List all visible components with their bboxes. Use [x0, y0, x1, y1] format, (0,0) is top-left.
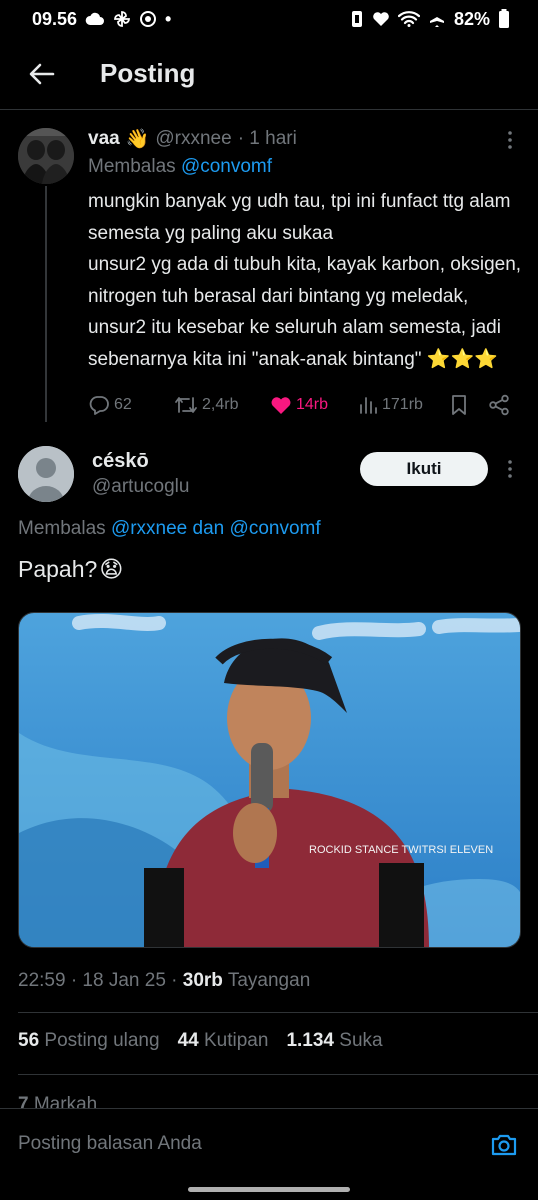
mention-link[interactable]: @convomf: [181, 156, 272, 177]
replying-and: dan: [192, 518, 225, 539]
camera-circle-icon: [139, 10, 157, 28]
battery-percent: 82%: [453, 8, 490, 29]
wifi-icon: [397, 11, 420, 27]
tweet-time: · 1 hari: [237, 128, 297, 149]
share-button[interactable]: [488, 392, 510, 418]
quotes-stat[interactable]: 44 Kutipan: [178, 1030, 269, 1052]
tweet-text: Papah? 😧: [18, 556, 123, 583]
share-icon: [489, 394, 509, 416]
heart-status-icon: [372, 11, 390, 27]
views-bar-chart-icon: [360, 397, 377, 414]
pinwheel-icon: [113, 10, 131, 28]
follow-button[interactable]: Ikuti: [360, 452, 488, 486]
more-vertical-icon: [508, 460, 512, 478]
airplane-icon: [428, 10, 446, 28]
replying-to: Membalas @convomf: [88, 156, 272, 178]
tweet-stats: 56 Posting ulang 44 Kutipan 1.134 Suka: [18, 1030, 383, 1052]
parent-tweet-header: vaa 👋 @rxxnee · 1 hari: [88, 127, 297, 151]
thread-connector-line: [45, 186, 47, 422]
cloud-icon: [85, 12, 105, 26]
notification-dot: •: [165, 8, 172, 29]
like-count: 14rb: [296, 396, 329, 413]
reply-input[interactable]: Posting balasan Anda: [18, 1133, 202, 1155]
bookmark-icon: [452, 395, 466, 415]
reply-icon: [89, 396, 109, 415]
replying-to: Membalas @rxxnee dan @convomf: [18, 518, 321, 540]
reposts-label: Posting ulang: [44, 1030, 160, 1051]
heart-filled-icon: [271, 397, 291, 414]
camera-icon: [491, 1134, 517, 1156]
replying-prefix: Membalas: [18, 518, 106, 539]
gesture-navigation-bar[interactable]: [188, 1187, 350, 1192]
reposts-stat[interactable]: 56 Posting ulang: [18, 1030, 160, 1052]
quotes-label: Kutipan: [204, 1030, 269, 1051]
top-header: Posting: [0, 38, 538, 110]
avatar[interactable]: [18, 446, 74, 502]
reply-button[interactable]: 62: [88, 392, 132, 418]
anguished-face-emoji: 😧: [99, 556, 124, 582]
more-options-button[interactable]: [498, 128, 522, 152]
like-button[interactable]: 14rb: [270, 392, 328, 418]
back-button[interactable]: [22, 54, 62, 94]
tweet-text: mungkin banyak yg udh tau, tpi ini funfa…: [88, 191, 522, 370]
quotes-count: 44: [177, 1030, 199, 1051]
status-bar: 09.56 • 82%: [0, 0, 538, 38]
tweet-date: · 18 Jan 25 ·: [70, 970, 178, 991]
mention-link[interactable]: @rxxnee: [111, 518, 187, 539]
repost-icon: [175, 397, 197, 413]
reply-count: 62: [114, 396, 132, 413]
tweet-meta: 22:59 · 18 Jan 25 · 30rb Tayangan: [18, 970, 310, 992]
likes-count: 1.134: [286, 1030, 334, 1051]
arrow-left-icon: [29, 63, 55, 84]
divider: [18, 1074, 538, 1075]
more-vertical-icon: [508, 131, 512, 149]
author-handle[interactable]: @artucoglu: [92, 476, 189, 498]
shirt-print-text: ROCKID STANCE TWITRSI ELEVEN: [309, 844, 493, 856]
waving-hand-emoji: 👋: [125, 129, 150, 150]
likes-label: Suka: [339, 1030, 383, 1051]
more-options-button[interactable]: [498, 457, 522, 481]
vibrate-icon: [350, 10, 364, 28]
author-handle[interactable]: @rxxnee: [155, 128, 231, 150]
views-button[interactable]: 171rb: [358, 392, 423, 418]
author-name[interactable]: vaa: [88, 128, 120, 150]
divider: [18, 1012, 538, 1013]
repost-count: 2,4rb: [202, 396, 239, 413]
tweet-photo[interactable]: ROCKID STANCE TWITRSI ELEVEN: [18, 612, 521, 948]
page-title: Posting: [100, 58, 196, 88]
tweet-text-body: Papah?: [18, 556, 98, 582]
views-count: 171rb: [382, 396, 423, 413]
tweet-time: 22:59: [18, 970, 66, 991]
author-name[interactable]: céskō: [92, 450, 149, 473]
views-count: 30rb: [182, 970, 223, 991]
avatar[interactable]: [18, 128, 74, 184]
likes-stat[interactable]: 1.134 Suka: [286, 1030, 382, 1052]
reposts-count: 56: [18, 1030, 40, 1051]
views-label: Tayangan: [227, 970, 311, 991]
status-time: 09.56: [32, 8, 78, 29]
mention-link[interactable]: @convomf: [230, 518, 321, 539]
bookmark-button[interactable]: [450, 392, 468, 418]
replying-prefix: Membalas: [88, 156, 176, 177]
reply-composer-bar: Posting balasan Anda: [0, 1108, 538, 1180]
battery-icon: [498, 9, 510, 29]
tweet-actions: 62 2,4rb 14rb 171rb: [88, 392, 518, 418]
camera-button[interactable]: [490, 1133, 518, 1157]
repost-button[interactable]: 2,4rb: [174, 392, 238, 418]
